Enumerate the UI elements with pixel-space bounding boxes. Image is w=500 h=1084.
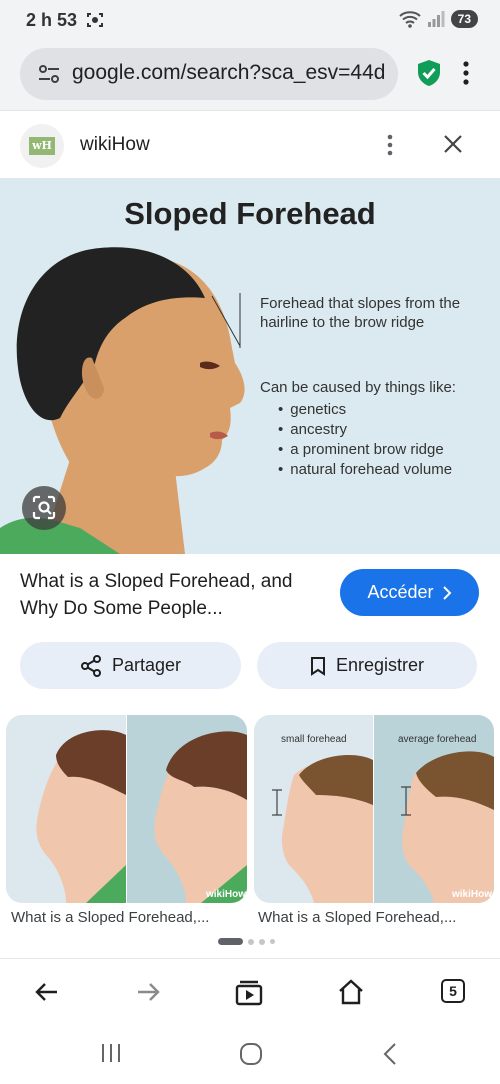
carousel-indicator xyxy=(218,938,275,945)
hero-image[interactable]: Sloped Forehead Forehead that slopes fro… xyxy=(0,178,500,554)
page-dot xyxy=(259,938,265,945)
battery-indicator: 73 xyxy=(450,10,478,28)
related-image-1-illustration xyxy=(6,715,247,903)
list-item: a prominent brow ridge xyxy=(278,440,452,460)
home-icon[interactable] xyxy=(336,977,366,1007)
list-item: ancestry xyxy=(278,420,452,440)
close-icon[interactable] xyxy=(442,133,464,155)
share-icon xyxy=(80,654,101,677)
status-time: 2 h 53 xyxy=(26,10,78,30)
save-button[interactable]: Enregistrer xyxy=(257,642,477,689)
hero-title: Sloped Forehead xyxy=(124,196,376,231)
save-label: Enregistrer xyxy=(335,655,425,675)
more-options-icon[interactable] xyxy=(458,60,474,86)
page-dot-active xyxy=(218,938,243,945)
list-item: natural forehead volume xyxy=(278,460,452,480)
address-bar[interactable]: google.com/search?sca_esv=44d xyxy=(20,48,398,100)
recent-apps-icon[interactable] xyxy=(99,1042,123,1064)
screen-record-icon xyxy=(87,13,103,27)
related-image-1[interactable]: wikiHow xyxy=(6,715,247,903)
list-item: genetics xyxy=(278,400,452,420)
source-logo[interactable]: wH xyxy=(20,124,64,168)
chevron-right-icon xyxy=(442,585,451,600)
url-text[interactable]: google.com/search?sca_esv=44d xyxy=(72,61,385,85)
share-label: Partager xyxy=(111,655,182,675)
sloped-forehead-illustration xyxy=(0,247,245,554)
system-back-icon[interactable] xyxy=(380,1042,400,1066)
forward-arrow-icon[interactable] xyxy=(133,977,163,1007)
wikihow-logo: wH xyxy=(29,137,55,155)
share-button[interactable]: Partager xyxy=(20,642,241,689)
bookmark-icon xyxy=(310,656,325,676)
more-vert-icon[interactable] xyxy=(383,133,397,157)
status-bar: 2 h 53 73 xyxy=(0,0,500,40)
related-caption-2[interactable]: What is a Sloped Forehead,... xyxy=(258,909,494,926)
tab-switcher-button[interactable]: 5 xyxy=(441,979,465,1003)
media-tabs-icon[interactable] xyxy=(234,977,264,1007)
shield-check-icon[interactable] xyxy=(416,59,442,87)
thumb-label-left: small forehead xyxy=(281,734,347,745)
home-button-icon[interactable] xyxy=(239,1042,263,1066)
thumb-label-right: average forehead xyxy=(398,734,477,745)
lens-icon xyxy=(32,495,56,520)
page-dot xyxy=(270,939,275,944)
lens-search-button[interactable] xyxy=(22,486,66,530)
back-arrow-icon[interactable] xyxy=(32,977,62,1007)
watermark: wikiHow xyxy=(452,889,493,900)
watermark: wikiHow xyxy=(206,889,247,900)
site-settings-icon[interactable] xyxy=(38,63,60,85)
result-title[interactable]: What is a Sloped Forehead, and Why Do So… xyxy=(20,568,320,622)
wifi-icon xyxy=(398,11,421,28)
related-image-2[interactable]: small forehead average forehead wikiHow xyxy=(254,715,494,903)
visit-button[interactable]: Accéder xyxy=(340,569,479,616)
hero-description: Forehead that slopes from the hairline t… xyxy=(260,295,461,331)
browser-toolbar: google.com/search?sca_esv=44d xyxy=(0,40,500,110)
related-caption-1[interactable]: What is a Sloped Forehead,... xyxy=(11,909,243,926)
hero-list-title: Can be caused by things like: xyxy=(260,379,456,396)
status-icons: 73 xyxy=(398,10,478,28)
hero-list: genetics ancestry a prominent brow ridge… xyxy=(278,400,452,480)
system-nav-bar xyxy=(0,1024,500,1084)
page-dot xyxy=(248,938,254,945)
source-name[interactable]: wikiHow xyxy=(80,134,150,156)
bottom-toolbar: 5 xyxy=(0,958,500,1024)
source-header: wH wikiHow xyxy=(0,110,500,178)
visit-label: Accéder xyxy=(367,582,434,602)
signal-icon xyxy=(427,11,445,27)
